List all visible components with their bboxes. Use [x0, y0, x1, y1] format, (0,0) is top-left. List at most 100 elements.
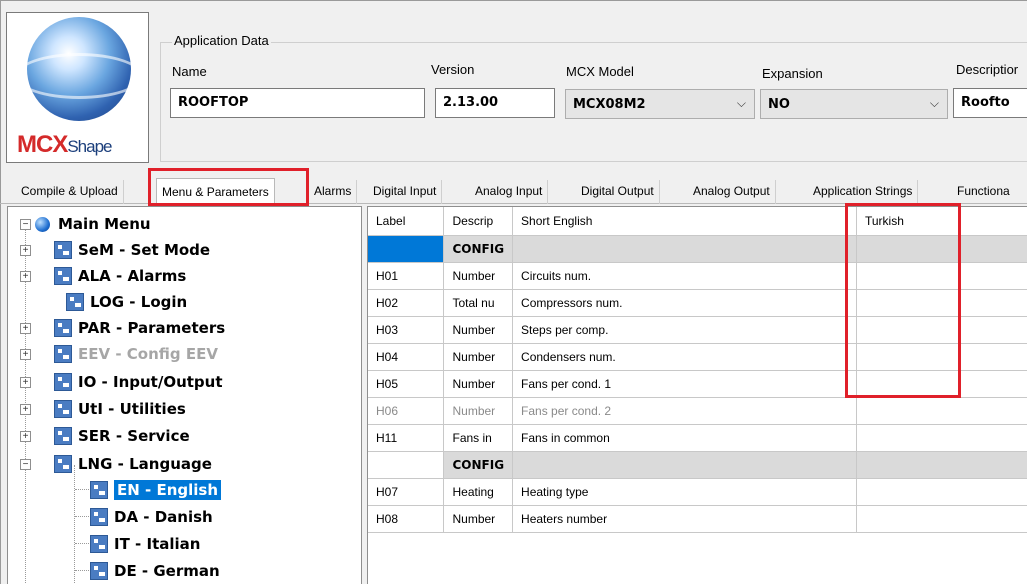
- cell-short-english[interactable]: [512, 235, 857, 263]
- cell-turkish[interactable]: [856, 289, 1027, 317]
- description-field[interactable]: Roofto: [953, 88, 1027, 118]
- cell-short-english[interactable]: Fans per cond. 1: [512, 370, 857, 398]
- cell-short-english[interactable]: Heaters number: [512, 505, 857, 533]
- tree-item-en[interactable]: EN - English: [90, 477, 222, 503]
- tree-item-it[interactable]: IT - Italian: [90, 531, 200, 557]
- cell-label[interactable]: H07: [368, 478, 445, 506]
- cell-label[interactable]: [368, 451, 445, 479]
- cell-label[interactable]: H01: [368, 262, 445, 290]
- tree-item-log[interactable]: LOG - Login: [66, 289, 187, 315]
- cell-label[interactable]: [368, 235, 445, 263]
- tab-menu-parameters[interactable]: Menu & Parameters: [156, 178, 275, 205]
- cell-turkish[interactable]: [856, 451, 1027, 479]
- cell-description[interactable]: Number: [443, 343, 514, 371]
- tab-digital-input[interactable]: Digital Input: [368, 180, 443, 204]
- cell-turkish[interactable]: [856, 262, 1027, 290]
- cell-label[interactable]: H06: [368, 397, 445, 425]
- cell-description[interactable]: Heating: [443, 478, 514, 506]
- table-row[interactable]: H03 Number Steps per comp.: [368, 316, 1027, 344]
- model-select[interactable]: MCX08M2 ⌵: [565, 89, 755, 119]
- cell-turkish[interactable]: [856, 235, 1027, 263]
- cell-short-english[interactable]: Fans in common: [512, 424, 857, 452]
- expand-icon[interactable]: +: [20, 348, 31, 360]
- table-row[interactable]: H07 Heating Heating type: [368, 478, 1027, 506]
- collapse-icon[interactable]: −: [20, 458, 31, 470]
- tab-digital-output[interactable]: Digital Output: [576, 180, 660, 204]
- tree-item-da[interactable]: DA - Danish: [90, 504, 213, 530]
- tree-item-ala[interactable]: + ALA - Alarms: [20, 263, 186, 289]
- cell-description[interactable]: Number: [443, 397, 514, 425]
- tab-application-strings[interactable]: Application Strings: [808, 180, 919, 204]
- tree-item-de[interactable]: DE - German: [90, 558, 220, 584]
- cell-description[interactable]: Fans in: [443, 424, 514, 452]
- col-header-description[interactable]: Descrip: [443, 207, 514, 236]
- tree-item-uti[interactable]: + UtI - Utilities: [20, 396, 186, 422]
- expand-icon[interactable]: +: [20, 244, 31, 256]
- table-row[interactable]: H02 Total nu Compressors num.: [368, 289, 1027, 317]
- table-row[interactable]: H01 Number Circuits num.: [368, 262, 1027, 290]
- collapse-icon[interactable]: −: [20, 218, 31, 230]
- tree-item-par[interactable]: + PAR - Parameters: [20, 315, 225, 341]
- expand-icon[interactable]: +: [20, 430, 31, 442]
- tree-item-ser[interactable]: + SER - Service: [20, 423, 190, 449]
- cell-description[interactable]: Number: [443, 505, 514, 533]
- menu-folder-icon: [54, 373, 72, 391]
- cell-turkish[interactable]: [856, 397, 1027, 425]
- col-header-label[interactable]: Label: [368, 207, 445, 236]
- menu-tree[interactable]: − Main Menu + SeM - Set Mode + ALA - Ala…: [7, 206, 362, 584]
- tab-functions[interactable]: Functiona: [952, 180, 1015, 204]
- cell-description[interactable]: Number: [443, 370, 514, 398]
- cell-description[interactable]: CONFIG: [443, 235, 514, 263]
- cell-short-english[interactable]: Circuits num.: [512, 262, 857, 290]
- table-row[interactable]: H05 Number Fans per cond. 1: [368, 370, 1027, 398]
- cell-description[interactable]: Number: [443, 262, 514, 290]
- expand-icon[interactable]: +: [20, 322, 31, 334]
- cell-turkish[interactable]: [856, 478, 1027, 506]
- tree-item-sem[interactable]: + SeM - Set Mode: [20, 237, 210, 263]
- version-field[interactable]: 2.13.00: [435, 88, 555, 118]
- cell-label[interactable]: H08: [368, 505, 445, 533]
- table-row[interactable]: CONFIG: [368, 235, 1027, 263]
- tree-item-lng[interactable]: − LNG - Language: [20, 451, 212, 477]
- tree-root[interactable]: − Main Menu: [20, 211, 151, 237]
- cell-label[interactable]: H05: [368, 370, 445, 398]
- cell-turkish[interactable]: [856, 370, 1027, 398]
- tree-item-io[interactable]: + IO - Input/Output: [20, 369, 223, 395]
- cell-label[interactable]: H03: [368, 316, 445, 344]
- cell-label[interactable]: H11: [368, 424, 445, 452]
- cell-short-english[interactable]: Heating type: [512, 478, 857, 506]
- cell-short-english[interactable]: Fans per cond. 2: [512, 397, 857, 425]
- tab-analog-output[interactable]: Analog Output: [688, 180, 776, 204]
- table-row[interactable]: H06 Number Fans per cond. 2: [368, 397, 1027, 425]
- col-header-short-english[interactable]: Short English: [512, 207, 857, 236]
- tab-alarms[interactable]: Alarms: [309, 180, 358, 204]
- name-field[interactable]: ROOFTOP: [170, 88, 425, 118]
- cell-short-english[interactable]: Compressors num.: [512, 289, 857, 317]
- cell-label[interactable]: H04: [368, 343, 445, 371]
- cell-label[interactable]: H02: [368, 289, 445, 317]
- cell-description[interactable]: CONFIG: [443, 451, 514, 479]
- expand-icon[interactable]: +: [20, 376, 31, 388]
- table-row[interactable]: H08 Number Heaters number: [368, 505, 1027, 533]
- cell-turkish[interactable]: [856, 424, 1027, 452]
- cell-description[interactable]: Total nu: [443, 289, 514, 317]
- cell-description[interactable]: Number: [443, 316, 514, 344]
- expand-icon[interactable]: +: [20, 270, 31, 282]
- cell-turkish[interactable]: [856, 505, 1027, 533]
- table-row[interactable]: H04 Number Condensers num.: [368, 343, 1027, 371]
- model-value: MCX08M2: [573, 97, 646, 112]
- table-row[interactable]: H11 Fans in Fans in common: [368, 424, 1027, 452]
- col-header-turkish[interactable]: Turkish: [856, 207, 1027, 236]
- table-row[interactable]: CONFIG: [368, 451, 1027, 479]
- cell-short-english[interactable]: Condensers num.: [512, 343, 857, 371]
- expansion-select[interactable]: NO ⌵: [760, 89, 948, 119]
- tab-compile-upload[interactable]: Compile & Upload: [16, 180, 124, 204]
- tab-analog-input[interactable]: Analog Input: [470, 180, 549, 204]
- cell-turkish[interactable]: [856, 316, 1027, 344]
- cell-turkish[interactable]: [856, 343, 1027, 371]
- expand-icon[interactable]: +: [20, 403, 31, 415]
- strings-grid[interactable]: Label Descrip Short English Turkish CONF…: [367, 206, 1027, 584]
- tree-item-eev[interactable]: + EEV - Config EEV: [20, 341, 218, 367]
- cell-short-english[interactable]: Steps per comp.: [512, 316, 857, 344]
- cell-short-english[interactable]: [512, 451, 857, 479]
